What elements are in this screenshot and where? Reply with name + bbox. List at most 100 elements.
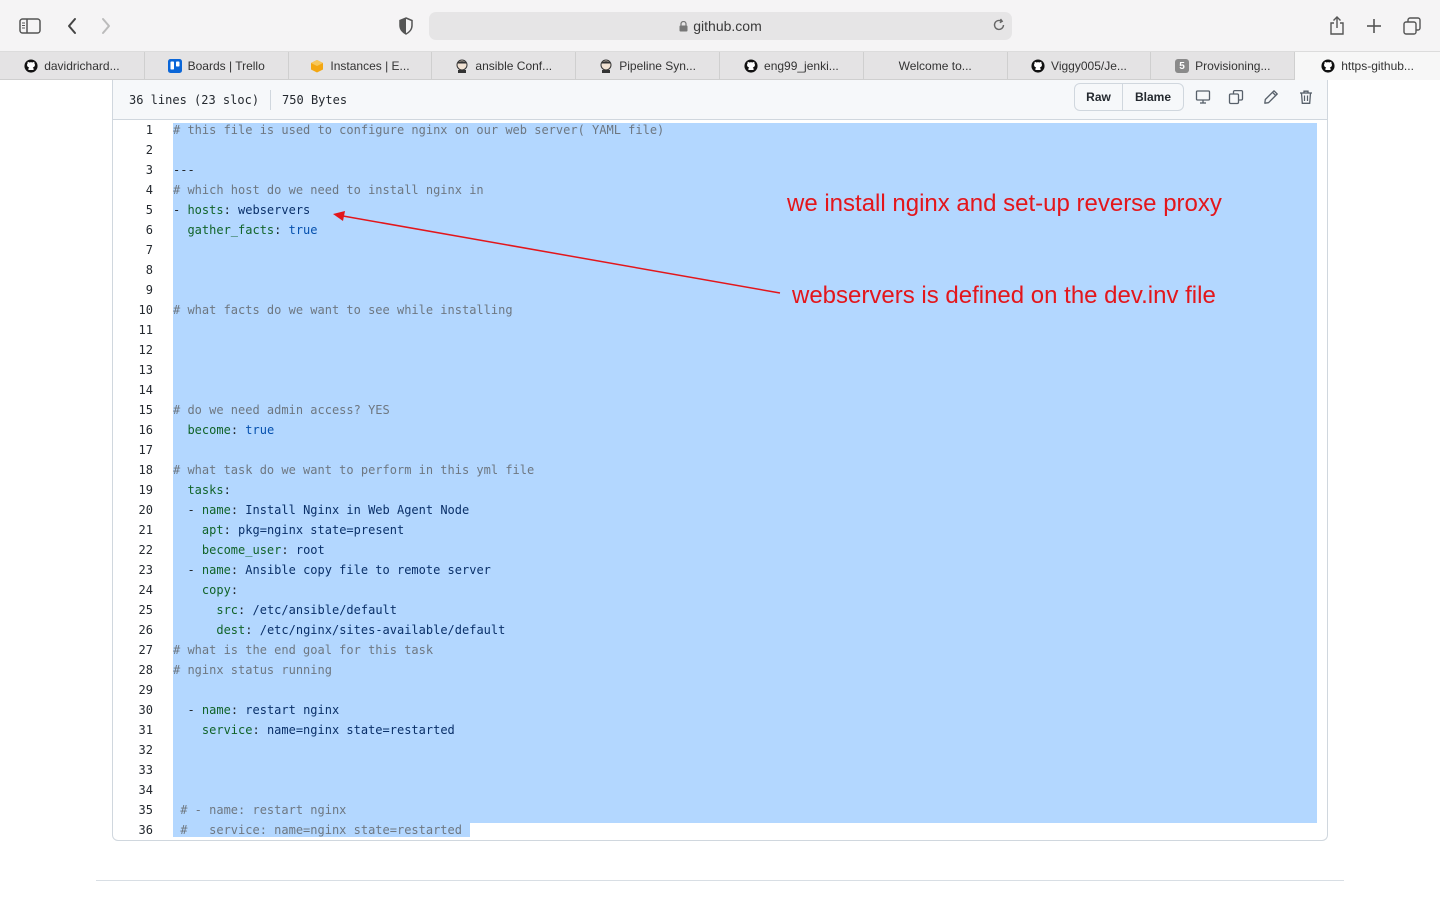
line-number[interactable]: 24	[113, 580, 153, 600]
line-number[interactable]: 16	[113, 420, 153, 440]
line-number[interactable]: 13	[113, 360, 153, 380]
line-content: - hosts: webservers	[173, 200, 310, 220]
line-number[interactable]: 33	[113, 760, 153, 780]
line-number[interactable]: 14	[113, 380, 153, 400]
pencil-icon[interactable]	[1261, 87, 1281, 107]
tab-viggy005[interactable]: Viggy005/Je...	[1008, 52, 1152, 80]
privacy-shield-icon[interactable]	[392, 12, 420, 40]
code-token: dest	[216, 623, 246, 637]
line-number[interactable]: 12	[113, 340, 153, 360]
line-number[interactable]: 4	[113, 180, 153, 200]
line-number[interactable]: 9	[113, 280, 153, 300]
code-token: service	[201, 723, 253, 737]
line-number[interactable]: 2	[113, 140, 153, 160]
line-content: - name: restart nginx	[173, 700, 339, 720]
code-line: 6 gather_facts: true	[113, 220, 1327, 240]
code-line: 17	[113, 440, 1327, 460]
line-number[interactable]: 32	[113, 740, 153, 760]
line-count: 36 lines (23 sloc)	[129, 93, 260, 107]
line-content: become_user: root	[173, 540, 325, 560]
address-bar[interactable]: github.com	[429, 12, 1012, 40]
reload-icon[interactable]	[992, 18, 1006, 32]
desktop-icon[interactable]	[1193, 87, 1213, 107]
code-token: restart nginx	[245, 703, 340, 717]
line-number[interactable]: 36	[113, 820, 153, 840]
url-text: github.com	[693, 18, 762, 34]
copy-icon[interactable]	[1226, 87, 1246, 107]
tab-eng99-jenkins[interactable]: eng99_jenki...	[720, 52, 864, 80]
code-line: 14	[113, 380, 1327, 400]
tab-label: eng99_jenki...	[764, 59, 839, 73]
code-line: 31 service: name=nginx state=restarted	[113, 720, 1327, 740]
tab-pipeline-syntax[interactable]: Pipeline Syn...	[576, 52, 720, 80]
line-number[interactable]: 25	[113, 600, 153, 620]
tab-label: Welcome to...	[898, 59, 972, 73]
forward-icon[interactable]	[92, 12, 120, 40]
new-tab-icon[interactable]	[1360, 12, 1388, 40]
tab-trello[interactable]: Boards | Trello	[145, 52, 289, 80]
tab-davidrichard[interactable]: davidrichard...	[0, 52, 145, 80]
line-number[interactable]: 8	[113, 260, 153, 280]
line-number[interactable]: 34	[113, 780, 153, 800]
line-content: apt: pkg=nginx state=present	[173, 520, 404, 540]
back-icon[interactable]	[58, 12, 86, 40]
line-number[interactable]: 31	[113, 720, 153, 740]
code-line: 29	[113, 680, 1327, 700]
sidebar-toggle-icon[interactable]	[16, 12, 44, 40]
tab-welcome[interactable]: Welcome to...	[864, 52, 1008, 80]
line-number[interactable]: 19	[113, 480, 153, 500]
line-number[interactable]: 11	[113, 320, 153, 340]
code-token: :	[230, 703, 246, 717]
line-number[interactable]: 6	[113, 220, 153, 240]
line-number[interactable]: 1	[113, 120, 153, 140]
tab-provisioning[interactable]: 5 Provisioning...	[1151, 52, 1296, 80]
tab-https-github[interactable]: https-github...	[1295, 52, 1440, 80]
line-number[interactable]: 18	[113, 460, 153, 480]
browser-toolbar: github.com	[0, 0, 1440, 52]
code-line: 1 # this file is used to configure nginx …	[113, 120, 1327, 140]
code-line: 33	[113, 760, 1327, 780]
line-number[interactable]: 26	[113, 620, 153, 640]
code-line: 26 dest: /etc/nginx/sites-available/defa…	[113, 620, 1327, 640]
line-number[interactable]: 15	[113, 400, 153, 420]
blame-button[interactable]: Blame	[1123, 84, 1183, 110]
line-number[interactable]: 10	[113, 300, 153, 320]
line-number[interactable]: 5	[113, 200, 153, 220]
code-line: 30 - name: restart nginx	[113, 700, 1327, 720]
code-token: webservers	[238, 203, 311, 217]
line-number[interactable]: 17	[113, 440, 153, 460]
tab-overview-icon[interactable]	[1398, 12, 1426, 40]
code-line: 23 - name: Ansible copy file to remote s…	[113, 560, 1327, 580]
code-line: 35 # - name: restart nginx	[113, 800, 1327, 820]
line-number[interactable]: 23	[113, 560, 153, 580]
line-number[interactable]: 30	[113, 700, 153, 720]
code-token: root	[295, 543, 325, 557]
line-number[interactable]: 35	[113, 800, 153, 820]
line-number[interactable]: 22	[113, 540, 153, 560]
line-number[interactable]: 27	[113, 640, 153, 660]
code-line: 34	[113, 780, 1327, 800]
tab-ansible-conf[interactable]: ansible Conf...	[432, 52, 577, 80]
trash-icon[interactable]	[1296, 87, 1316, 107]
file-info: 36 lines (23 sloc) 750 Bytes	[129, 90, 347, 110]
line-content: dest: /etc/nginx/sites-available/default	[173, 620, 505, 640]
line-number[interactable]: 21	[113, 520, 153, 540]
tab-instances[interactable]: Instances | E...	[289, 52, 433, 80]
line-number[interactable]: 7	[113, 240, 153, 260]
raw-button[interactable]: Raw	[1075, 84, 1123, 110]
share-icon[interactable]	[1323, 12, 1351, 40]
line-number[interactable]: 29	[113, 680, 153, 700]
code-line: 36 # service: name=nginx state=restarted	[113, 820, 1327, 840]
line-number[interactable]: 3	[113, 160, 153, 180]
code-token: -	[173, 563, 202, 577]
code-line: 2	[113, 140, 1327, 160]
code-token: :	[230, 563, 246, 577]
line-number[interactable]: 28	[113, 660, 153, 680]
line-number[interactable]: 20	[113, 500, 153, 520]
code-token: :	[230, 503, 246, 517]
